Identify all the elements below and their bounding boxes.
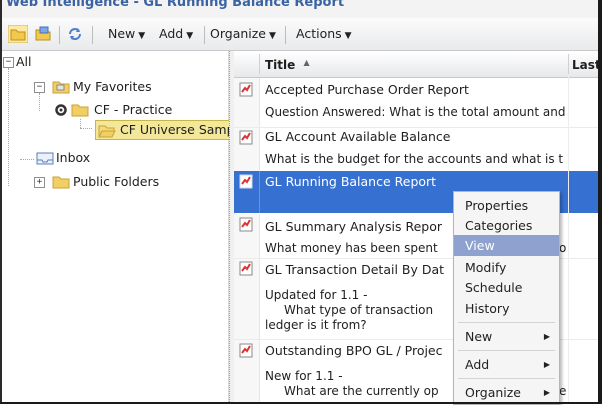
window-border [598, 0, 602, 404]
row-title[interactable]: Accepted Purchase Order Report [265, 82, 469, 97]
row-description: Question Answered: What is the total amo… [265, 105, 566, 119]
tree-node-label: CF Universe Samp [120, 122, 235, 137]
row-title[interactable]: Outstanding BPO GL / Projec [265, 343, 443, 358]
new-menu-button[interactable]: New ▼ [108, 25, 145, 43]
row-description: New for 1.1 - [265, 369, 343, 383]
menu-item-organize[interactable]: Organize ▶ [454, 382, 559, 403]
refresh-icon[interactable] [66, 25, 84, 43]
webi-document-icon [239, 82, 253, 97]
add-label: Add [159, 26, 184, 41]
submenu-arrow-icon: ▶ [543, 332, 550, 341]
list-header: Title ▲ Last [234, 51, 602, 78]
add-menu-button[interactable]: Add ▼ [159, 25, 193, 43]
row-description: Updated for 1.1 - [265, 288, 368, 302]
column-header-title[interactable]: Title ▲ [265, 58, 310, 72]
row-description: What are the currently op [284, 384, 439, 398]
organize-menu-button[interactable]: Organize ▼ [210, 25, 276, 43]
webi-document-icon [239, 217, 253, 232]
collapse-icon[interactable]: − [3, 57, 14, 68]
actions-label: Actions [296, 26, 342, 41]
open-folder-icon [98, 125, 116, 138]
menu-item-properties[interactable]: Properties [454, 195, 559, 216]
menu-item-history[interactable]: History [454, 298, 559, 319]
categories-icon[interactable] [34, 25, 52, 43]
row-description-tail: e [559, 384, 567, 398]
column-header-last[interactable]: Last [572, 58, 601, 72]
row-description: What is the budget for the accounts and … [265, 152, 564, 166]
tree-node-cf-universe[interactable]: CF Universe Samp [95, 120, 235, 140]
menu-item-new[interactable]: New ▶ [454, 326, 559, 347]
collapse-icon[interactable]: − [34, 82, 45, 93]
context-menu: Properties Categories View Modify Schedu… [453, 191, 560, 405]
expand-icon[interactable]: + [34, 177, 45, 188]
table-row[interactable]: GL Account Available Balance What is the… [234, 128, 602, 172]
row-title[interactable]: GL Account Available Balance [265, 129, 450, 144]
row-description: What type of transaction [284, 303, 434, 317]
webi-document-icon [239, 343, 253, 358]
row-title[interactable]: GL Running Balance Report [265, 174, 436, 189]
toolbar-separator [59, 26, 60, 44]
tree-node-cf-practice[interactable]: CF - Practice [94, 101, 172, 119]
tree-node-public-folders[interactable]: Public Folders [73, 173, 159, 191]
row-description: ledger is it from? [265, 318, 367, 332]
toolbar: New ▼ Add ▼ Organize ▼ Actions ▼ [0, 18, 602, 51]
row-description-tail: o [559, 241, 567, 255]
menu-item-view[interactable]: View [454, 235, 559, 256]
dropdown-arrow-icon: ▼ [186, 31, 194, 41]
new-label: New [108, 26, 136, 41]
submenu-arrow-icon: ▶ [543, 388, 550, 397]
webi-document-icon [239, 261, 253, 276]
dropdown-arrow-icon: ▼ [269, 31, 276, 41]
window-border [0, 0, 2, 404]
toolbar-separator [92, 26, 93, 44]
webi-document-icon [239, 130, 253, 145]
row-title[interactable]: GL Transaction Detail By Dat [265, 262, 444, 277]
organize-label: Organize [210, 26, 266, 41]
menu-item-modify[interactable]: Modify [454, 257, 559, 278]
menu-item-schedule[interactable]: Schedule [454, 277, 559, 298]
row-description: What money has been spent [265, 241, 438, 255]
menu-item-add[interactable]: Add ▶ [454, 354, 559, 375]
menu-item-categories[interactable]: Categories [454, 215, 559, 236]
folder-icon [52, 176, 70, 189]
dropdown-arrow-icon: ▼ [344, 31, 352, 41]
tree-node-inbox[interactable]: Inbox [56, 149, 90, 167]
webi-document-icon [239, 174, 253, 189]
inbox-icon [36, 152, 54, 165]
folder-icon [71, 104, 89, 117]
favorites-folder-icon [52, 81, 70, 94]
toolbar-separator [204, 26, 205, 44]
folder-icon[interactable] [8, 25, 28, 43]
window-title: Web Intelligence - GL Running Balance Re… [6, 0, 345, 10]
submenu-arrow-icon: ▶ [543, 360, 550, 369]
row-title[interactable]: GL Summary Analysis Repor [265, 219, 442, 234]
gear-icon [55, 104, 67, 116]
sort-ascending-icon: ▲ [303, 58, 310, 67]
actions-menu-button[interactable]: Actions ▼ [296, 25, 352, 43]
table-row[interactable]: Accepted Purchase Order Report Question … [234, 78, 602, 127]
folder-tree: − All − My Favorites CF - Practice CF Un… [0, 51, 235, 404]
dropdown-arrow-icon: ▼ [138, 31, 146, 41]
tree-node-my-favorites[interactable]: My Favorites [73, 78, 152, 96]
tree-node-all[interactable]: All [16, 53, 32, 71]
toolbar-separator [285, 26, 286, 44]
window-titlebar: Web Intelligence - GL Running Balance Re… [0, 0, 602, 18]
